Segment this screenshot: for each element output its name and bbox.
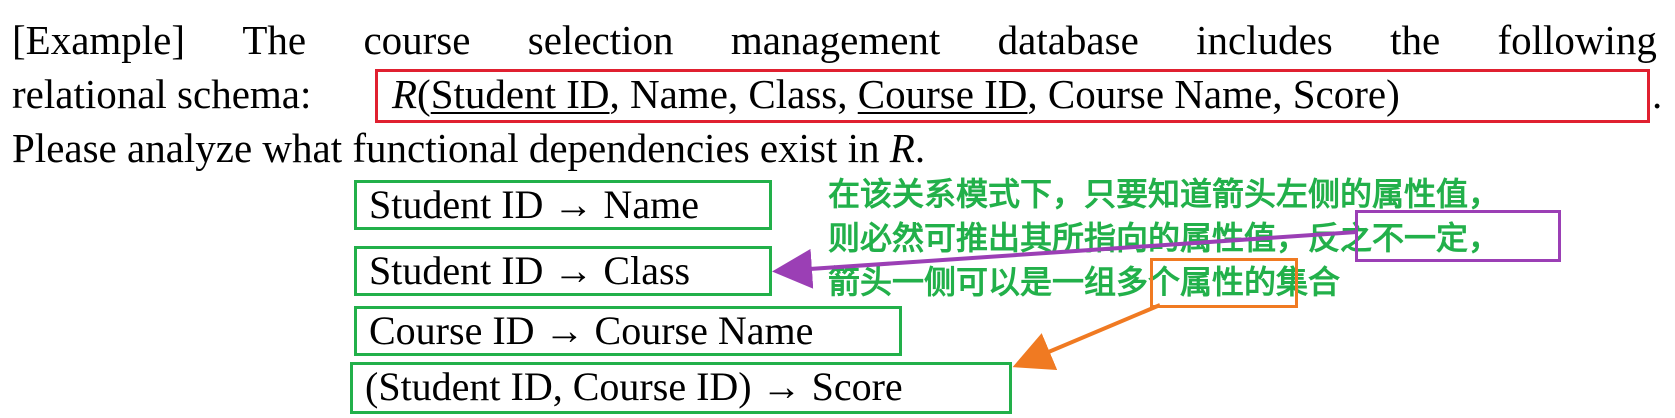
schema-prefix: relational schema:	[12, 71, 312, 117]
key-attr-student-id: Student ID	[430, 71, 610, 117]
annotation-line-1: 在该关系模式下，只要知道箭头左侧的属性值，	[828, 175, 1501, 213]
word: course	[363, 17, 471, 63]
dependency-box: Student ID → Name	[354, 180, 772, 230]
dependency-box: Course ID → Course Name	[354, 306, 902, 356]
word: management	[730, 17, 941, 63]
word: the	[1390, 17, 1441, 63]
schema-attrs-tail: , Course Name, Score)	[1027, 71, 1400, 117]
question-text: Please analyze what functional dependenc…	[12, 125, 890, 171]
question-relation-name: R	[889, 125, 915, 171]
orange-arrow	[1012, 303, 1161, 371]
orange-highlight-box	[1150, 258, 1298, 308]
word: The	[242, 17, 307, 63]
paragraph-line-1: [Example] The course selection managemen…	[12, 15, 1657, 65]
schema-trailing-period: .	[1652, 71, 1663, 117]
schema-attrs-middle: , Name, Class,	[609, 71, 858, 117]
paragraph-line-3: Please analyze what functional dependenc…	[12, 123, 1657, 173]
schema-open-paren: (	[417, 71, 431, 117]
purple-highlight-box	[1355, 210, 1561, 262]
dependency-box: (Student ID, Course ID) → Score	[350, 362, 1012, 414]
annotation-part: 则必然可推出其所指向的属性值，	[828, 219, 1309, 257]
relation-name: R	[392, 71, 418, 117]
question-period: .	[914, 125, 926, 171]
word: includes	[1196, 17, 1333, 63]
word: database	[997, 17, 1139, 63]
word: [Example]	[12, 17, 186, 63]
relation-schema: R(Student ID, Name, Class, Course ID, Co…	[392, 69, 1400, 119]
word: following	[1497, 17, 1657, 63]
word: selection	[527, 17, 674, 63]
key-attr-course-id: Course ID	[857, 71, 1028, 117]
dependency-box: Student ID → Class	[354, 246, 772, 296]
annotation-part: 箭头一侧可以是一组	[828, 263, 1117, 301]
